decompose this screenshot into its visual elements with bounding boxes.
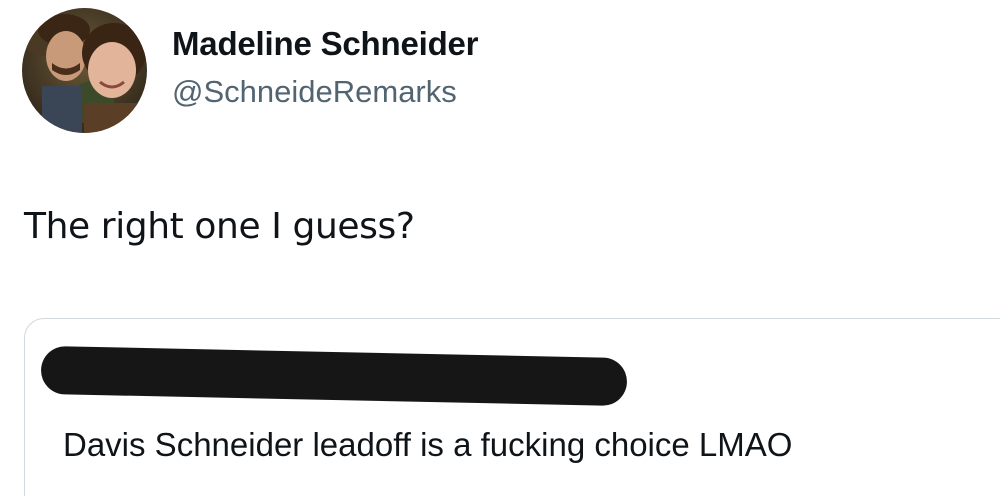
avatar[interactable] [22,8,147,133]
display-name[interactable]: Madeline Schneider [172,22,479,66]
profile-photo-icon [22,8,147,133]
quoted-tweet-text: Davis Schneider leadoff is a fucking cho… [63,426,793,463]
username-handle[interactable]: @SchneideRemarks [172,70,478,114]
quoted-tweet-card[interactable]: Davis Schneider leadoff is a fucking cho… [24,318,1000,496]
author-info: Madeline Schneider @SchneideRemarks [172,22,479,114]
tweet: Madeline Schneider @SchneideRemarks The … [0,0,1000,496]
tweet-text: The right one I guess? [24,206,415,247]
redacted-author [40,345,628,407]
